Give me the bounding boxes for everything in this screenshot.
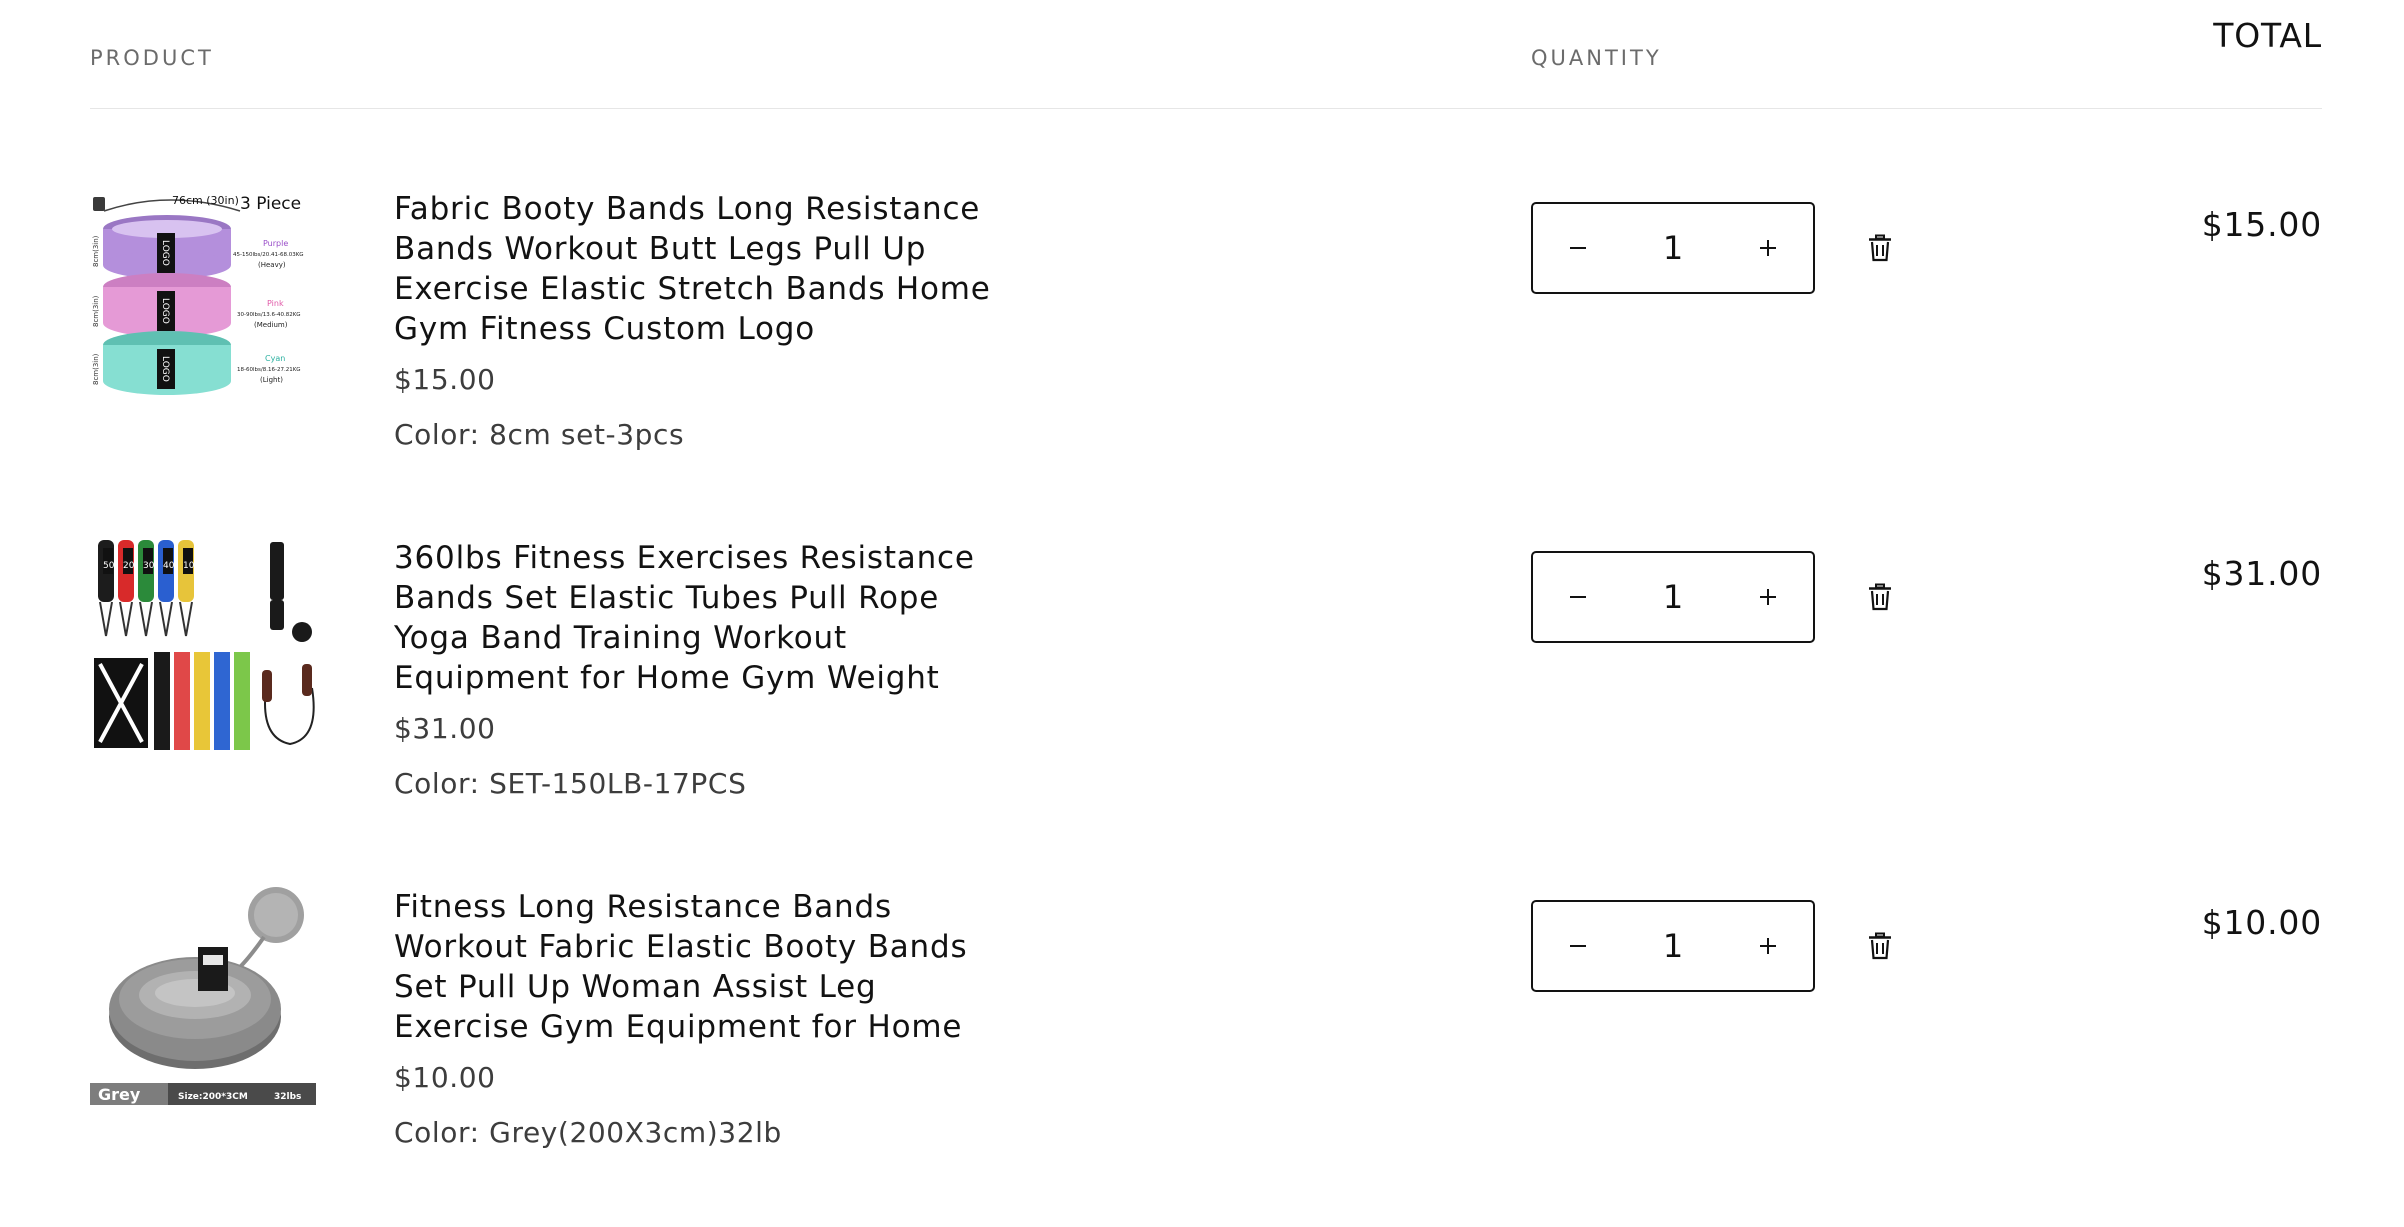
svg-text:LOGO: LOGO: [160, 240, 170, 266]
quantity-stepper: 1: [1531, 900, 1815, 992]
svg-text:30-90lbs/13.6-40.82KG: 30-90lbs/13.6-40.82KG: [237, 312, 301, 318]
svg-text:LOGO: LOGO: [160, 298, 170, 324]
product-column-header: PRODUCT: [90, 46, 214, 70]
product-info: Fabric Booty Bands Long Resistance Bands…: [394, 189, 994, 452]
image-color-label: Grey: [98, 1085, 141, 1104]
cart-item: 50 20 30 40 10 360lbs Fitness Exercises …: [90, 538, 2322, 878]
product-price: $15.00: [394, 363, 496, 396]
product-image[interactable]: Grey Size:200*3CM 32lbs: [90, 887, 316, 1113]
svg-text:Cyan: Cyan: [265, 354, 285, 363]
product-variant: Color: SET-150LB-17PCS: [394, 767, 747, 800]
cart-item: Grey Size:200*3CM 32lbs Fitness Long Res…: [90, 887, 2322, 1227]
decrease-quantity-button[interactable]: [1533, 204, 1623, 292]
quantity-column-header: QUANTITY: [1531, 46, 1662, 70]
minus-icon: [1570, 945, 1586, 947]
line-total: $10.00: [2201, 903, 2322, 942]
svg-text:30: 30: [143, 561, 155, 571]
svg-text:Purple: Purple: [263, 239, 288, 248]
line-total: $31.00: [2201, 554, 2322, 593]
product-title[interactable]: 360lbs Fitness Exercises Resistance Band…: [394, 538, 994, 698]
svg-text:Pink: Pink: [267, 299, 284, 308]
trash-icon: [1869, 234, 1891, 262]
svg-text:8cm(3in): 8cm(3in): [92, 235, 100, 267]
svg-text:(Heavy): (Heavy): [258, 261, 286, 269]
plus-icon: [1760, 938, 1776, 954]
image-weight-label: 32lbs: [274, 1092, 301, 1102]
svg-text:10: 10: [183, 561, 195, 571]
product-info: 360lbs Fitness Exercises Resistance Band…: [394, 538, 994, 801]
svg-text:18-60lbs/8.16-27.21KG: 18-60lbs/8.16-27.21KG: [237, 367, 301, 373]
trash-icon: [1869, 932, 1891, 960]
remove-item-button[interactable]: [1862, 579, 1898, 615]
product-image[interactable]: 50 20 30 40 10: [90, 538, 316, 764]
quantity-input[interactable]: 1: [1623, 204, 1723, 292]
svg-text:LOGO: LOGO: [160, 356, 170, 382]
svg-text:50: 50: [103, 561, 115, 571]
decrease-quantity-button[interactable]: [1533, 902, 1623, 990]
product-price: $31.00: [394, 712, 496, 745]
decrease-quantity-button[interactable]: [1533, 553, 1623, 641]
increase-quantity-button[interactable]: [1723, 902, 1813, 990]
svg-text:20: 20: [123, 561, 135, 571]
image-size-label: 76cm (30in): [172, 194, 239, 207]
product-title[interactable]: Fitness Long Resistance Bands Workout Fa…: [394, 887, 994, 1047]
line-total: $15.00: [2201, 205, 2322, 244]
product-image[interactable]: 76cm (30in) 3 Piece 8cm(3in) 8cm(3in) 8c…: [90, 189, 316, 415]
quantity-input[interactable]: 1: [1623, 553, 1723, 641]
quantity-input[interactable]: 1: [1623, 902, 1723, 990]
svg-text:8cm(3in): 8cm(3in): [92, 353, 100, 385]
minus-icon: [1570, 596, 1586, 598]
product-variant: Color: Grey(200X3cm)32lb: [394, 1116, 782, 1149]
svg-text:(Light): (Light): [260, 376, 283, 384]
plus-icon: [1760, 589, 1776, 605]
cart-item: 76cm (30in) 3 Piece 8cm(3in) 8cm(3in) 8c…: [90, 189, 2322, 529]
increase-quantity-button[interactable]: [1723, 204, 1813, 292]
minus-icon: [1570, 247, 1586, 249]
plus-icon: [1760, 240, 1776, 256]
trash-icon: [1869, 583, 1891, 611]
product-price: $10.00: [394, 1061, 496, 1094]
svg-text:(Medium): (Medium): [254, 321, 288, 329]
image-size-label: Size:200*3CM: [178, 1092, 248, 1102]
svg-text:45-150lbs/20.41-68.03KG: 45-150lbs/20.41-68.03KG: [233, 252, 304, 258]
cart-header: PRODUCT QUANTITY TOTAL: [90, 0, 2322, 109]
increase-quantity-button[interactable]: [1723, 553, 1813, 641]
svg-text:40: 40: [163, 561, 175, 571]
product-title[interactable]: Fabric Booty Bands Long Resistance Bands…: [394, 189, 994, 349]
image-count-label: 3 Piece: [240, 194, 301, 214]
product-info: Fitness Long Resistance Bands Workout Fa…: [394, 887, 994, 1150]
remove-item-button[interactable]: [1862, 928, 1898, 964]
product-variant: Color: 8cm set-3pcs: [394, 418, 685, 451]
total-column-header: TOTAL: [2213, 16, 2322, 55]
svg-text:8cm(3in): 8cm(3in): [92, 295, 100, 327]
quantity-stepper: 1: [1531, 202, 1815, 294]
cart-table: PRODUCT QUANTITY TOTAL 76cm (30in) 3 Pie…: [90, 0, 2322, 1149]
remove-item-button[interactable]: [1862, 230, 1898, 266]
quantity-stepper: 1: [1531, 551, 1815, 643]
